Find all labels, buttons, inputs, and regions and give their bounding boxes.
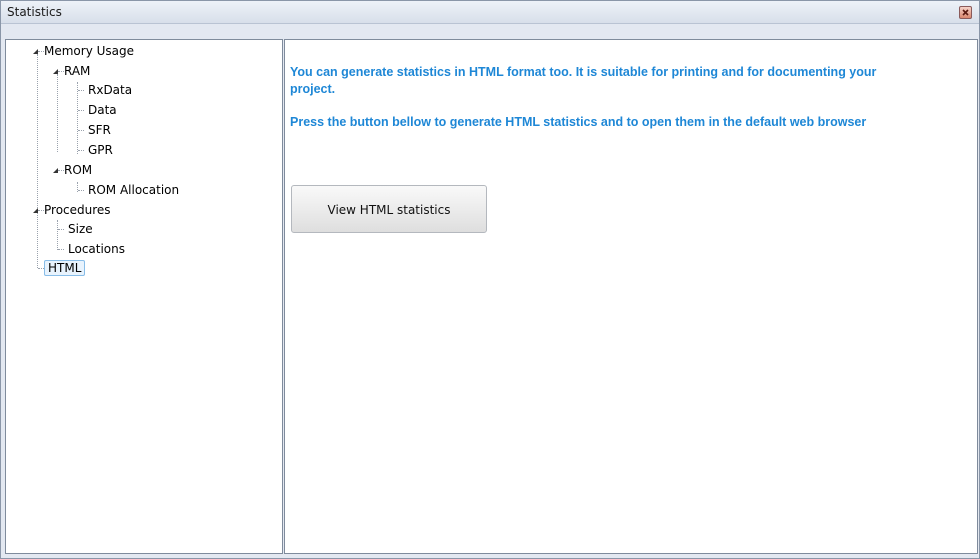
tree-item-procedures[interactable]: Procedures xyxy=(28,201,111,219)
tree-item-rom-allocation[interactable]: ROM Allocation xyxy=(86,181,181,199)
tree-item-rxdata[interactable]: RxData xyxy=(86,81,134,99)
tree-item-label: RxData xyxy=(88,83,133,97)
tree-item-label: Size xyxy=(68,222,93,236)
expanded-arrow-icon[interactable] xyxy=(33,49,38,54)
window-title: Statistics xyxy=(7,5,62,19)
tree-item-label: SFR xyxy=(88,123,111,137)
tree-guide xyxy=(77,82,78,154)
tree-guide xyxy=(57,74,58,152)
tree-item-gpr[interactable]: GPR xyxy=(86,141,115,159)
tree-item-ram[interactable]: RAM xyxy=(48,62,90,80)
tree-item-label: ROM Allocation xyxy=(88,183,180,197)
tree-item-label: Data xyxy=(88,103,117,117)
tree-guide xyxy=(58,229,64,230)
tree-item-label: HTML xyxy=(44,260,86,276)
tree-item-label: RAM xyxy=(64,64,91,78)
tree-item-data[interactable]: Data xyxy=(86,101,119,119)
tree-item-html[interactable]: HTML xyxy=(44,259,86,277)
tree-item-label: Locations xyxy=(68,242,126,256)
tree-guide xyxy=(78,90,84,91)
content-panel: You can generate statistics in HTML form… xyxy=(284,39,978,554)
tree-guide xyxy=(78,190,84,191)
tree-item-memory-usage[interactable]: Memory Usage xyxy=(28,42,134,60)
expanded-arrow-icon[interactable] xyxy=(53,168,58,173)
tree-guide xyxy=(78,130,84,131)
close-icon xyxy=(962,9,969,16)
expanded-arrow-icon[interactable] xyxy=(33,208,38,213)
info-text-line-3: Press the button bellow to generate HTML… xyxy=(290,115,867,129)
statistics-tree[interactable]: Memory Usage RAM RxData Data SFR GPR ROM xyxy=(5,39,283,554)
tree-item-label: ROM xyxy=(64,163,93,177)
view-html-statistics-button[interactable]: View HTML statistics xyxy=(291,185,487,233)
tree-guide xyxy=(78,110,84,111)
close-button[interactable] xyxy=(959,6,972,19)
tree-item-sfr[interactable]: SFR xyxy=(86,121,113,139)
tree-item-rom[interactable]: ROM xyxy=(48,161,92,179)
tree-item-label: GPR xyxy=(88,143,113,157)
info-text-line-2: project. xyxy=(290,82,336,96)
tree-guide xyxy=(78,150,84,151)
tree-guide xyxy=(37,54,38,210)
tree-guide xyxy=(58,249,64,250)
tree-item-label: Procedures xyxy=(44,203,111,217)
tree-item-label: Memory Usage xyxy=(44,44,135,58)
tree-item-size[interactable]: Size xyxy=(66,220,95,238)
tree-guide xyxy=(37,212,38,268)
title-bar: Statistics xyxy=(1,1,979,24)
info-text-line-1: You can generate statistics in HTML form… xyxy=(290,65,877,79)
tree-guide xyxy=(57,220,58,250)
expanded-arrow-icon[interactable] xyxy=(53,69,58,74)
tree-item-locations[interactable]: Locations xyxy=(66,240,127,258)
statistics-window: Statistics Memory Usage RAM RxData Data … xyxy=(0,0,980,559)
